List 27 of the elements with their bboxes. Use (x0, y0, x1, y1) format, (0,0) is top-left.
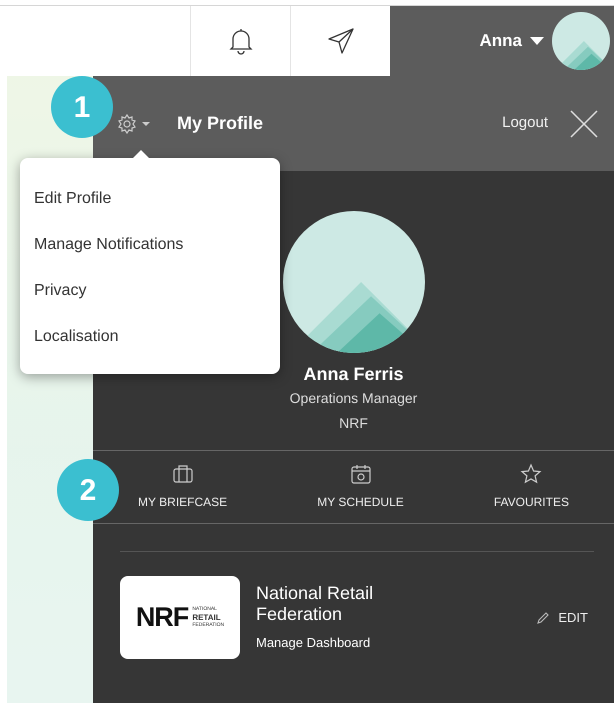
organisation-name: NRF (339, 414, 368, 433)
logout-link[interactable]: Logout (496, 111, 554, 136)
close-icon[interactable] (570, 110, 598, 138)
user-menu[interactable]: Anna (480, 28, 544, 54)
nav-tab[interactable]: MY BRIEFCASE (132, 462, 234, 512)
manage-dashboard-link[interactable]: Manage Dashboard (256, 632, 406, 652)
briefcase-icon (172, 463, 194, 485)
menu-item[interactable]: Localisation (20, 314, 280, 360)
menu-item[interactable]: Manage Notifications (20, 222, 280, 268)
caret-icon (530, 37, 544, 45)
edit-button[interactable]: EDIT (530, 606, 594, 628)
star-icon (520, 463, 542, 485)
notification-bell-icon[interactable] (228, 27, 254, 55)
nav-tab[interactable]: MY SCHEDULE (311, 462, 410, 512)
calendar-icon (350, 463, 372, 485)
menu-item[interactable]: Edit Profile (20, 176, 280, 222)
menu-item[interactable]: Privacy (20, 268, 280, 314)
job-title: Operations Manager (290, 389, 418, 408)
dashboard-name: National Retail Federation (256, 582, 374, 625)
settings-icon[interactable] (117, 112, 153, 134)
nav-tab[interactable]: FAVOURITES (488, 462, 575, 512)
send-icon[interactable] (326, 27, 354, 55)
profile-name: Anna Ferris (303, 363, 404, 386)
logo-text: RETAIL (192, 613, 222, 622)
panel-title: My Profile (177, 112, 264, 135)
logo-mark: NRF (136, 601, 188, 634)
pencil-icon (536, 610, 550, 624)
